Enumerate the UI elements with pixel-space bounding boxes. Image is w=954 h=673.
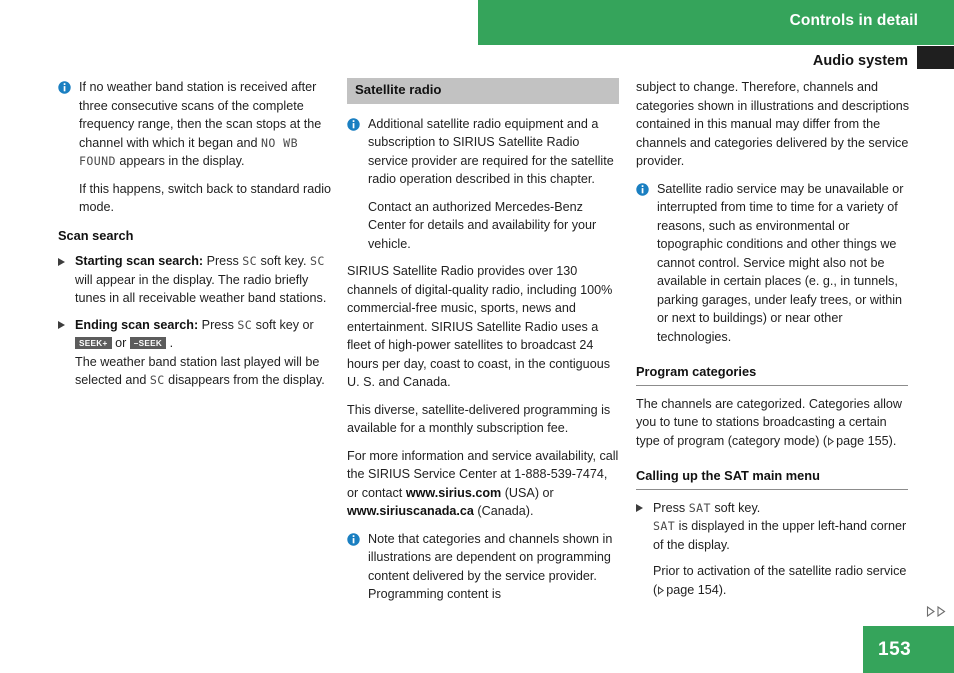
body-paragraph-sirius-overview: SIRIUS Satellite Radio provides over 130… xyxy=(347,264,613,389)
bullet-text-part: or xyxy=(111,336,130,350)
triangle-bullet-icon xyxy=(58,321,65,329)
heading-program-categories: Program categories xyxy=(636,363,908,386)
section-heading-satellite-radio: Satellite radio xyxy=(347,78,619,104)
bullet-text-part: is displayed in the upper left-hand corn… xyxy=(653,519,907,552)
bullet-text-part: Press xyxy=(198,317,238,332)
bullet-paragraph: Ending scan search: Press SC soft key or… xyxy=(75,316,333,353)
chapter-tab-marker xyxy=(917,46,954,69)
bullet-group-end-scan: Ending scan search: Press SC soft key or… xyxy=(58,316,333,390)
info-note-service-availability: Satellite radio service may be unavailab… xyxy=(636,180,911,347)
bullet-text-part: . xyxy=(166,336,174,350)
page-number-box: 153 xyxy=(863,626,954,673)
display-text-sc: SC xyxy=(310,254,325,268)
bullet-text-part: Press xyxy=(653,500,689,515)
website-sirius-com[interactable]: www.sirius.com xyxy=(406,486,501,500)
note-text-part: appears in the display. xyxy=(115,154,245,168)
display-text-sc: SC xyxy=(237,317,253,332)
bullet-label: Starting scan search: xyxy=(75,254,204,268)
info-note-weather-band: If no weather band station is received a… xyxy=(58,78,333,217)
page-number: 153 xyxy=(878,639,912,660)
bullet-text-part: soft key. xyxy=(710,500,761,515)
column-2: Satellite radio Additional satellite rad… xyxy=(347,78,622,613)
bullet-sub-paragraph: The weather band station last played wil… xyxy=(75,353,333,390)
bullet-label: Ending scan search: xyxy=(75,317,199,332)
info-note-categories: Note that categories and channels shown … xyxy=(347,530,622,604)
triangle-bullet-icon xyxy=(636,504,643,512)
note-paragraph: Additional satellite radio equipment and… xyxy=(368,116,614,187)
bullet-paragraph: Starting scan search: Press SC soft key.… xyxy=(75,252,333,308)
chapter-title: Controls in detail xyxy=(789,12,918,29)
bullet-item: Starting scan search: Press SC soft key.… xyxy=(58,252,333,308)
note-paragraph: Note that categories and channels shown … xyxy=(368,531,613,602)
body-text-part: (Canada). xyxy=(473,504,534,518)
display-text-sat: SAT xyxy=(653,519,676,533)
heading-scan-search: Scan search xyxy=(58,227,134,243)
display-text-sc: SC xyxy=(242,254,258,268)
page-reference-label: page 155 xyxy=(836,433,889,448)
note-paragraph: Contact an authorized Mercedes-Benz Cent… xyxy=(368,199,597,251)
continued-paragraph: subject to change. Therefore, channels a… xyxy=(636,80,910,168)
bullet-item: Ending scan search: Press SC soft key or… xyxy=(58,316,333,390)
page-body: If no weather band station is received a… xyxy=(0,78,954,638)
bullet-text-part: soft key or xyxy=(252,317,314,332)
note-paragraph: If this happens, switch back to standard… xyxy=(79,181,332,215)
display-text-sat: SAT xyxy=(688,500,711,515)
bullet-item: Press SAT soft key. SAT is displayed in … xyxy=(636,499,911,600)
bullet-group-start-scan: Starting scan search: Press SC soft key.… xyxy=(58,252,333,308)
bullet-group-press-sat: Press SAT soft key. SAT is displayed in … xyxy=(636,499,911,600)
note-paragraph: If no weather band station is received a… xyxy=(79,78,333,171)
chapter-header-bar: Controls in detail xyxy=(478,0,954,45)
bullet-sub-paragraph: Prior to activation of the satellite rad… xyxy=(653,562,911,599)
bullet-text-part: soft key. xyxy=(257,254,311,268)
note-paragraph: Satellite radio service may be unavailab… xyxy=(657,181,904,344)
heading-calling-sat-main-menu: Calling up the SAT main menu xyxy=(636,467,908,490)
body-text-part: (USA) or xyxy=(501,485,554,500)
bullet-text-part: disappears from the display. xyxy=(164,373,325,387)
body-paragraph-categories: The channels are categorized. Categories… xyxy=(636,395,911,451)
page-reference-label: page 154 xyxy=(666,582,719,597)
bullet-text-part: ). xyxy=(718,582,727,597)
body-paragraph-subscription-fee: This diverse, satellite-delivered progra… xyxy=(347,402,611,436)
bullet-text-part: will appear in the display. The radio br… xyxy=(75,272,327,306)
continuation-marker-icon xyxy=(926,605,950,619)
column-3: subject to change. Therefore, channels a… xyxy=(636,78,911,607)
page-reference[interactable]: page 155 xyxy=(827,434,889,448)
info-icon xyxy=(347,532,360,546)
body-paragraph-contact: For more information and service availab… xyxy=(347,447,622,521)
bullet-paragraph: Press SAT soft key. xyxy=(653,499,911,518)
info-icon xyxy=(636,182,649,196)
info-note-equipment: Additional satellite radio equipment and… xyxy=(347,115,622,254)
triangle-bullet-icon xyxy=(58,257,65,266)
bullet-sub-paragraph: SAT is displayed in the upper left-hand … xyxy=(653,517,911,554)
body-text-part: ). xyxy=(888,433,897,448)
display-text-sc: SC xyxy=(149,373,165,387)
hardware-key-seek-minus: –SEEK xyxy=(129,337,167,349)
info-icon xyxy=(347,117,360,131)
hardware-key-seek-plus: SEEK+ xyxy=(75,337,112,349)
page-reference[interactable]: page 154 xyxy=(657,583,719,597)
section-title: Audio system xyxy=(812,53,908,69)
bullet-text-part: Press xyxy=(203,254,243,268)
info-icon xyxy=(58,81,71,94)
website-siriuscanada-ca[interactable]: www.siriuscanada.ca xyxy=(347,504,474,518)
column-1: If no weather band station is received a… xyxy=(58,78,333,398)
